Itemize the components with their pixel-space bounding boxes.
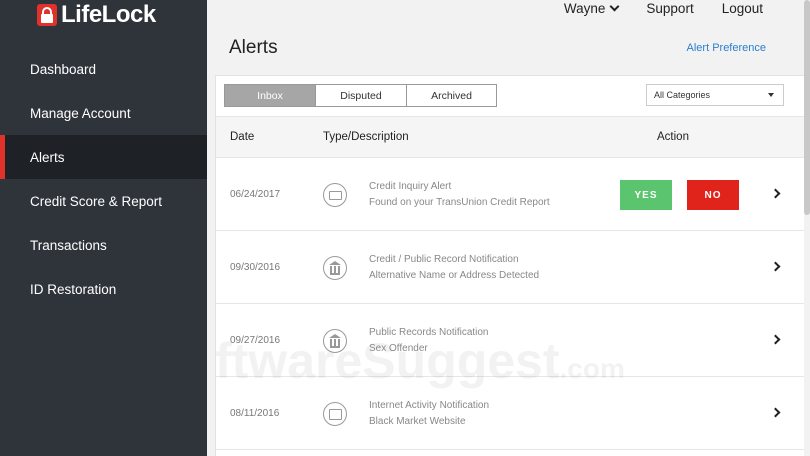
chevron-right-icon[interactable]: [770, 188, 781, 199]
sidebar-item-alerts[interactable]: Alerts: [0, 135, 207, 179]
row-date: 08/11/2016: [230, 408, 280, 419]
header-type: Type/Description: [323, 131, 409, 143]
header-action: Action: [657, 131, 689, 143]
table-row[interactable]: 08/11/2016 Internet Activity Notificatio…: [216, 377, 805, 450]
user-name: Wayne: [563, 0, 606, 16]
sidebar-nav: Dashboard Manage Account Alerts Credit S…: [0, 47, 207, 311]
chevron-right-icon[interactable]: [770, 407, 781, 418]
brand-name: LifeLock: [61, 1, 156, 28]
support-link[interactable]: Support: [646, 1, 693, 16]
row-title: Credit Inquiry Alert: [369, 181, 452, 192]
top-navigation: Wayne Support Logout: [564, 0, 763, 16]
alert-tabs: Inbox Disputed Archived: [224, 84, 497, 107]
row-title: Public Records Notification: [369, 327, 489, 338]
alerts-panel: Inbox Disputed Archived All Categories D…: [215, 75, 806, 456]
row-title: Credit / Public Record Notification: [369, 254, 519, 265]
tab-disputed[interactable]: Disputed: [316, 85, 407, 106]
lock-icon: [37, 4, 57, 26]
row-date: 09/30/2016: [230, 262, 281, 273]
yes-button[interactable]: YES: [620, 180, 672, 210]
sidebar: LifeLock Dashboard Manage Account Alerts…: [0, 0, 207, 456]
category-select[interactable]: All Categories: [646, 84, 784, 106]
row-title: Internet Activity Notification: [369, 400, 490, 411]
logout-link[interactable]: Logout: [722, 1, 763, 16]
sidebar-item-transactions[interactable]: Transactions: [0, 223, 207, 267]
chevron-right-icon[interactable]: [770, 334, 781, 345]
tab-archived[interactable]: Archived: [407, 85, 496, 106]
table-row[interactable]: 06/24/2017 Credit Inquiry Alert Found on…: [216, 158, 805, 231]
category-select-value: All Categories: [654, 90, 711, 100]
alert-preference-link[interactable]: Alert Preference: [687, 42, 766, 54]
sidebar-item-manage-account[interactable]: Manage Account: [0, 91, 207, 135]
row-date: 06/24/2017: [230, 189, 281, 200]
scrollbar[interactable]: [804, 0, 810, 456]
table-row[interactable]: 09/27/2016 Public Records Notification S…: [216, 304, 805, 377]
row-description: Black Market Website: [369, 416, 466, 427]
lifelock-logo[interactable]: LifeLock: [37, 2, 156, 28]
row-description: Alternative Name or Address Detected: [369, 270, 540, 281]
row-description: Sex Offender: [369, 343, 428, 354]
row-description: Found on your TransUnion Credit Report: [369, 197, 550, 208]
web-icon: [323, 402, 347, 426]
header-date: Date: [230, 131, 255, 143]
chevron-down-icon: [609, 1, 620, 11]
credit-card-icon: [323, 183, 347, 207]
tab-inbox[interactable]: Inbox: [225, 85, 316, 106]
caret-down-icon: [768, 93, 774, 97]
page-title: Alerts: [229, 37, 278, 58]
no-button[interactable]: NO: [687, 180, 739, 210]
table-header: Date Type/Description Action: [216, 116, 805, 158]
scrollbar-thumb[interactable]: [804, 0, 810, 215]
sidebar-item-credit-score-report[interactable]: Credit Score & Report: [0, 179, 207, 223]
sidebar-item-id-restoration[interactable]: ID Restoration: [0, 267, 207, 311]
bank-icon: [323, 256, 347, 280]
user-menu[interactable]: Wayne: [563, 0, 620, 16]
table-row[interactable]: 09/30/2016 Credit / Public Record Notifi…: [216, 231, 805, 304]
bank-icon: [323, 329, 347, 353]
row-date: 09/27/2016: [230, 335, 281, 346]
sidebar-item-dashboard[interactable]: Dashboard: [0, 47, 207, 91]
chevron-right-icon[interactable]: [770, 261, 781, 272]
